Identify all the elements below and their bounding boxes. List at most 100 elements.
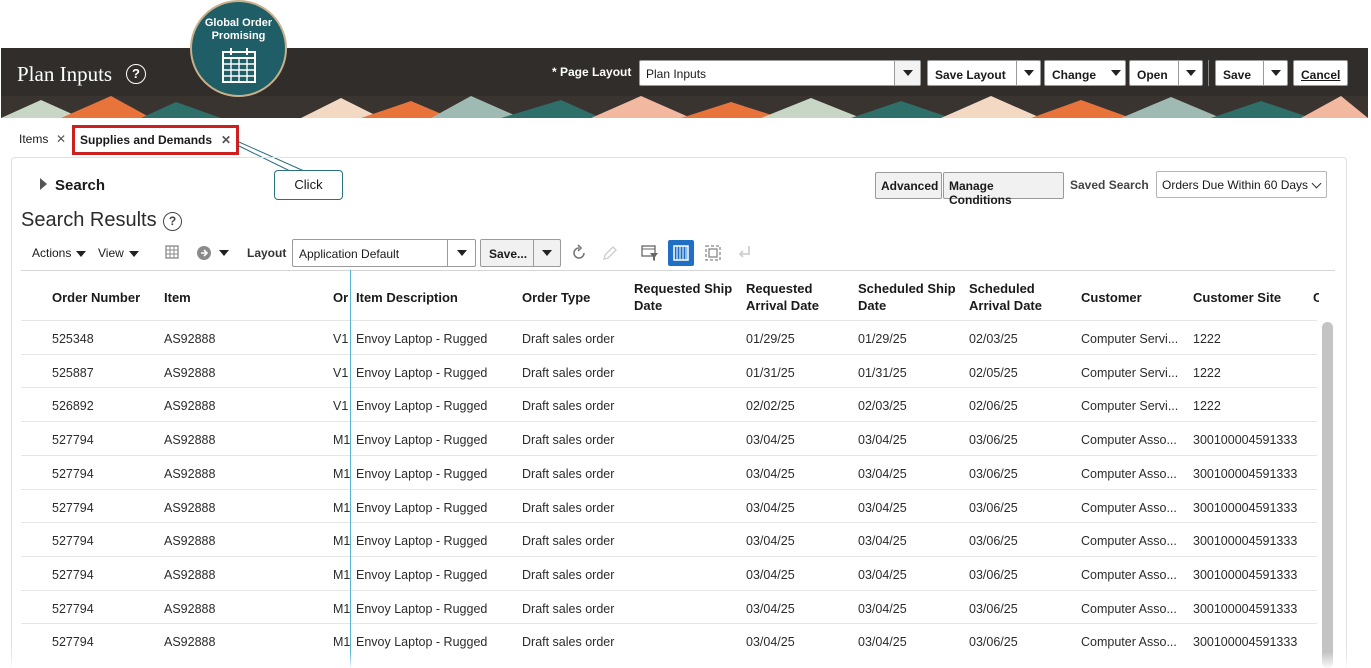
table-row[interactable]: 527794 AS92888 M1 Envoy Laptop - Rugged Draf…: [21, 555, 1317, 590]
bottom-fade: [0, 652, 1371, 668]
table-cell: AS92888: [164, 332, 216, 346]
column-header[interactable]: Item Description: [356, 289, 458, 306]
column-header[interactable]: Requested Ship Date: [634, 280, 739, 314]
save-layout-dropdown-button[interactable]: Save...: [480, 239, 561, 267]
table-row[interactable]: 527794 AS92888 M1 Envoy Laptop - Rugged Draf…: [21, 454, 1317, 489]
chevron-down-icon[interactable]: [533, 240, 560, 266]
table-cell: 01/31/25: [858, 365, 907, 380]
table-row[interactable]: 527794 AS92888 M1 Envoy Laptop - Rugged Draf…: [21, 421, 1317, 455]
chevron-down-icon: [128, 250, 139, 257]
table-cell: Computer Asso...: [1081, 500, 1177, 515]
table-cell: Computer Asso...: [1081, 601, 1177, 616]
freeze-icon[interactable]: [163, 243, 183, 263]
help-icon[interactable]: ?: [163, 212, 182, 231]
chevron-down-icon[interactable]: [219, 250, 229, 256]
table-row[interactable]: 527794 AS92888 M1 Envoy Laptop - Rugged Draf…: [21, 522, 1317, 556]
manage-conditions-button[interactable]: Manage Conditions: [943, 172, 1064, 207]
table-cell: 03/06/25: [969, 567, 1018, 582]
go-icon[interactable]: [194, 243, 214, 263]
chevron-down-icon[interactable]: [447, 240, 475, 266]
table-cell: Draft sales order: [522, 433, 615, 448]
table-cell: 1222: [1193, 365, 1221, 380]
table-cell: Computer Servi...: [1081, 399, 1179, 414]
chevron-down-icon[interactable]: [894, 61, 920, 85]
table-cell: 527794: [52, 534, 94, 549]
view-menu[interactable]: View: [98, 246, 139, 260]
table-cell: 527794: [52, 567, 94, 582]
detach-icon[interactable]: [703, 243, 723, 263]
table-cell: AS92888: [164, 567, 216, 582]
table-cell: 03/04/25: [746, 500, 795, 515]
table-cell: 527794: [52, 466, 94, 481]
page-layout-select[interactable]: Plan Inputs: [639, 60, 921, 86]
table-cell: 300100004591333: [1193, 466, 1298, 481]
column-header[interactable]: Scheduled Arrival Date: [969, 280, 1064, 314]
table-cell: 03/04/25: [858, 534, 907, 549]
table-cell: 300100004591333: [1193, 567, 1298, 582]
table-row[interactable]: 526892 AS92888 V1 Envoy Laptop - Rugged Draf…: [21, 387, 1317, 421]
actions-menu[interactable]: Actions: [32, 246, 87, 260]
column-view-icon[interactable]: [668, 240, 694, 266]
wrap-icon[interactable]: [735, 243, 755, 263]
saved-search-select[interactable]: Orders Due Within 60 Days: [1156, 171, 1327, 198]
reset-icon[interactable]: [569, 243, 589, 263]
column-header[interactable]: Order Type: [522, 289, 590, 306]
expand-icon[interactable]: [40, 178, 47, 190]
table-cell: Draft sales order: [522, 534, 615, 549]
table-row[interactable]: 527794 AS92888 M1 Envoy Laptop - Rugged Draf…: [21, 589, 1317, 624]
saved-search-value: Orders Due Within 60 Days: [1162, 178, 1309, 192]
column-header[interactable]: Requested Arrival Date: [746, 280, 846, 314]
table-row[interactable]: 527794 AS92888 M1 Envoy Laptop - Rugged Draf…: [21, 488, 1317, 523]
change-button[interactable]: Change: [1044, 60, 1126, 86]
edit-icon[interactable]: [600, 243, 620, 263]
table-cell: Computer Asso...: [1081, 433, 1177, 448]
table-cell: Draft sales order: [522, 466, 615, 481]
chevron-down-icon[interactable]: [1016, 61, 1040, 85]
save-dots-label: Save...: [489, 247, 528, 261]
table-cell: Draft sales order: [522, 399, 615, 414]
table-cell: Envoy Laptop - Rugged: [356, 399, 488, 414]
search-heading[interactable]: Search: [55, 177, 105, 194]
advanced-button[interactable]: Advanced: [875, 172, 942, 199]
cancel-button[interactable]: Cancel: [1293, 60, 1348, 86]
save-button[interactable]: Save: [1215, 60, 1288, 86]
table-cell: AS92888: [164, 635, 216, 650]
column-header[interactable]: C: [1313, 289, 1319, 306]
open-button[interactable]: Open: [1129, 60, 1203, 86]
global-order-promising-badge[interactable]: Global Order Promising: [190, 0, 287, 97]
chevron-down-icon[interactable]: [1263, 61, 1287, 85]
column-header[interactable]: Customer Site: [1193, 289, 1281, 306]
divider: [1208, 60, 1209, 86]
table-cell: 02/05/25: [969, 365, 1018, 380]
column-header[interactable]: Item: [164, 289, 191, 306]
table-cell: Draft sales order: [522, 601, 615, 616]
table-cell: 02/03/25: [858, 399, 907, 414]
column-header[interactable]: Order Number: [52, 289, 140, 306]
table-cell: Draft sales order: [522, 365, 615, 380]
layout-value: Application Default: [299, 247, 400, 261]
table-cell: Computer Servi...: [1081, 365, 1179, 380]
column-header[interactable]: Customer: [1081, 289, 1142, 306]
table-cell: 300100004591333: [1193, 500, 1298, 515]
view-label: View: [98, 246, 124, 260]
table-cell: 03/04/25: [858, 567, 907, 582]
table-cell: AS92888: [164, 399, 216, 414]
save-label: Save: [1223, 68, 1252, 82]
chevron-down-icon[interactable]: [1178, 61, 1202, 85]
table-row[interactable]: 525887 AS92888 V1 Envoy Laptop - Rugged Draf…: [21, 353, 1317, 388]
table-cell: 03/06/25: [969, 601, 1018, 616]
vertical-scrollbar[interactable]: [1322, 322, 1333, 668]
table-cell: 526892: [52, 399, 94, 414]
table-cell: AS92888: [164, 433, 216, 448]
column-header[interactable]: Or: [333, 289, 350, 306]
filter-icon[interactable]: [640, 243, 660, 263]
table-cell: 03/06/25: [969, 466, 1018, 481]
save-layout-label: Save Layout: [935, 68, 1006, 82]
chevron-down-icon: [76, 250, 87, 257]
table-cell: 03/04/25: [746, 635, 795, 650]
table-row[interactable]: 525348 AS92888 V1 Envoy Laptop - Rugged Draf…: [21, 320, 1317, 354]
column-header[interactable]: Scheduled Ship Date: [858, 280, 963, 314]
save-layout-button[interactable]: Save Layout: [927, 60, 1041, 86]
layout-select[interactable]: Application Default: [292, 239, 476, 267]
saved-search-label: Saved Search: [1070, 178, 1149, 192]
